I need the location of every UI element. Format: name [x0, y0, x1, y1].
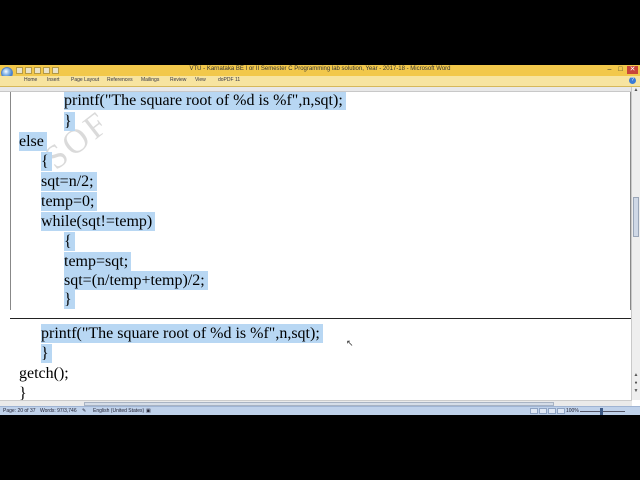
- code-line: temp=0;: [41, 192, 98, 211]
- print-layout-button[interactable]: [530, 408, 538, 414]
- vertical-scrollbar[interactable]: ▲ ▲ ● ▼: [631, 87, 640, 400]
- code-line: else: [19, 132, 47, 151]
- tab-mailings[interactable]: Mailings: [141, 77, 159, 83]
- tab-page-layout[interactable]: Page Layout: [71, 77, 99, 83]
- close-button[interactable]: ✕: [627, 66, 638, 74]
- previous-page-icon[interactable]: ▲: [632, 372, 640, 379]
- mouse-cursor-icon: ↖: [346, 338, 354, 348]
- window-title: VTU - Karnataka BE I or II Semester C Pr…: [189, 66, 451, 72]
- help-icon[interactable]: ?: [629, 77, 636, 84]
- ribbon-tabs: Home Insert Page Layout References Maili…: [0, 76, 640, 87]
- tab-dopdf[interactable]: doPDF 11: [218, 77, 240, 83]
- page-margin-left: [10, 92, 11, 310]
- code-line: printf("The square root of %d is %f",n,s…: [64, 92, 346, 110]
- proofing-icon[interactable]: ✎: [82, 408, 86, 414]
- code-line: }: [64, 112, 75, 131]
- status-bar: Page: 20 of 37 Words: 97/3,746 ✎ English…: [0, 406, 640, 415]
- zoom-slider-thumb[interactable]: [600, 408, 603, 415]
- word-window: VTU - Karnataka BE I or II Semester C Pr…: [0, 65, 640, 415]
- document-area[interactable]: SOF printf("The square root of %d is %f"…: [10, 92, 632, 400]
- code-line: temp=sqt;: [64, 252, 132, 271]
- vertical-scroll-thumb[interactable]: [633, 197, 639, 237]
- tab-view[interactable]: View: [195, 77, 206, 83]
- word-count[interactable]: Words: 97/3,746: [40, 408, 77, 414]
- tab-insert[interactable]: Insert: [47, 77, 60, 83]
- outline-button[interactable]: [557, 408, 565, 414]
- code-line: }: [19, 385, 27, 400]
- page-count[interactable]: Page: 20 of 37: [3, 408, 36, 414]
- tab-review[interactable]: Review: [170, 77, 186, 83]
- minimize-button[interactable]: –: [604, 66, 615, 74]
- web-layout-button[interactable]: [548, 408, 556, 414]
- code-line: while(sqt!=temp): [41, 212, 156, 231]
- page-break: [10, 318, 632, 319]
- tab-home[interactable]: Home: [24, 77, 37, 83]
- code-line: {: [64, 232, 75, 251]
- tab-references[interactable]: References: [107, 77, 133, 83]
- maximize-button[interactable]: □: [615, 66, 626, 74]
- code-line: printf("The square root of %d is %f",n,s…: [41, 324, 323, 343]
- zoom-level[interactable]: 100%: [566, 408, 579, 414]
- code-line: getch();: [19, 365, 69, 382]
- language[interactable]: English (United States): [93, 408, 144, 414]
- code-line: sqt=(n/temp+temp)/2;: [64, 271, 208, 290]
- macro-icon[interactable]: ▣: [146, 408, 151, 414]
- code-line: {: [41, 152, 52, 171]
- full-screen-reading-button[interactable]: [539, 408, 547, 414]
- browse-object-icon[interactable]: ●: [632, 380, 640, 387]
- scroll-up-icon[interactable]: ▲: [632, 87, 640, 94]
- next-page-icon[interactable]: ▼: [632, 388, 640, 395]
- title-bar: VTU - Karnataka BE I or II Semester C Pr…: [0, 65, 640, 79]
- code-line: sqt=n/2;: [41, 172, 97, 191]
- code-line: }: [64, 290, 75, 309]
- code-line: }: [41, 344, 52, 363]
